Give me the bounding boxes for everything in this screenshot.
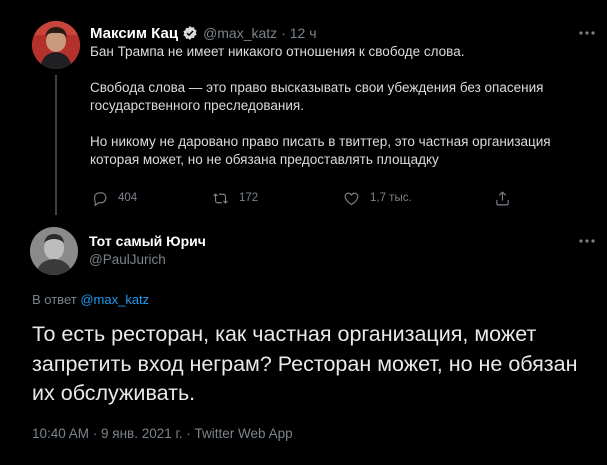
reply-to-handle-link[interactable]: @max_katz: [80, 292, 149, 307]
verified-badge-icon: [183, 26, 197, 40]
author-name[interactable]: Тот самый Юрич: [89, 233, 206, 249]
author-handle[interactable]: @max_katz: [203, 25, 277, 41]
reply-timestamp[interactable]: 10:40 AM · 9 янв. 2021 г. · Twitter Web …: [32, 426, 293, 441]
reply-text: То есть ресторан, как частная организаци…: [32, 322, 578, 405]
avatar-photo: [32, 21, 80, 69]
like-count: 1,7 тыс.: [370, 192, 412, 204]
author-handle[interactable]: @PaulJurich: [89, 252, 166, 267]
like-icon: [344, 192, 359, 205]
retweet-button[interactable]: 172: [212, 188, 258, 208]
reply-button[interactable]: 404: [91, 188, 137, 208]
tweet-time[interactable]: · 12 ч: [281, 25, 316, 41]
reply-icon: [93, 191, 107, 206]
reply-to-prefix: В ответ: [32, 292, 77, 307]
avatar[interactable]: [30, 227, 78, 275]
share-icon: [496, 190, 509, 205]
more-icon[interactable]: [578, 30, 596, 36]
avatar[interactable]: [32, 21, 80, 69]
share-button[interactable]: [494, 188, 521, 208]
retweet-icon: [213, 192, 228, 204]
thread-line: [55, 75, 57, 215]
tweet-text: Бан Трампа не имеет никакого отношения к…: [90, 44, 551, 167]
like-button[interactable]: 1,7 тыс.: [343, 188, 412, 208]
avatar-photo: [30, 227, 78, 275]
author-name[interactable]: Максим Кац: [90, 25, 178, 42]
reply-count: 404: [118, 192, 138, 204]
more-icon[interactable]: [578, 238, 596, 244]
reply-to-line: В ответ @max_katz: [32, 292, 149, 307]
retweet-count: 172: [239, 192, 259, 204]
tweet-header: Максим Кац @max_katz · 12 ч: [90, 23, 317, 43]
